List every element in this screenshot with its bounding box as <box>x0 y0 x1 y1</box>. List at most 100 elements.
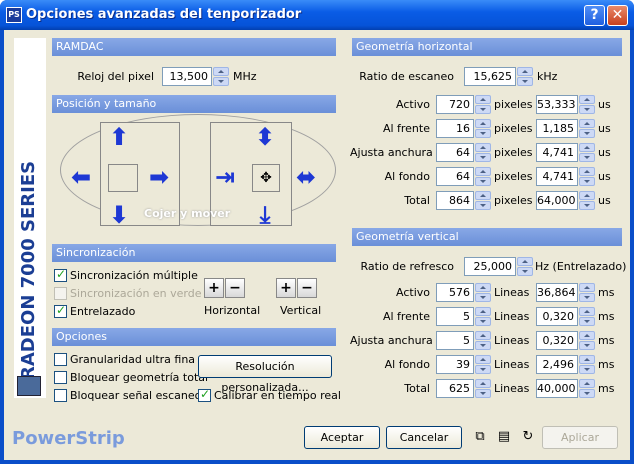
vrows-unit: Lineas <box>494 310 530 323</box>
scan-label: Ratio de escaneo <box>359 70 454 83</box>
clock-field[interactable]: 13,500 <box>162 67 212 86</box>
dialog-body: RADEON 7000 SERIES RAMDAC Reloj del pixe… <box>4 30 630 460</box>
vrows-time-spinner[interactable] <box>579 283 595 302</box>
hrows-time-field[interactable]: 1,185 <box>536 119 578 138</box>
vertical-label: Vertical <box>280 304 322 317</box>
clock-spinner[interactable] <box>213 67 229 86</box>
hrows-label: Ajusta anchura <box>350 146 433 159</box>
hrows-time-spinner[interactable] <box>579 191 595 210</box>
cancel-button[interactable]: Cancelar <box>386 426 462 449</box>
hrows-spinner[interactable] <box>475 143 491 162</box>
vrows-time-unit: ms <box>598 382 615 395</box>
multi-sync-label: Sincronización múltiple <box>70 269 198 282</box>
vrows-value-field[interactable]: 625 <box>436 379 474 398</box>
move-left-icon[interactable]: ⬅ <box>66 162 96 192</box>
close-button[interactable]: ✕ <box>607 5 628 26</box>
hrows-value-field[interactable]: 64 <box>436 167 474 186</box>
vrows-spinner[interactable] <box>475 331 491 350</box>
hrows-value-field[interactable]: 16 <box>436 119 474 138</box>
hrows-spinner[interactable] <box>475 191 491 210</box>
shrink-vertical-icon[interactable]: ⤓ <box>250 200 280 230</box>
refresh-field[interactable]: 25,000 <box>464 257 516 276</box>
move-up-icon[interactable]: ⬆ <box>104 122 134 152</box>
vrows-time-field[interactable]: 40,000 <box>536 379 578 398</box>
vrows-label: Activo <box>396 286 430 299</box>
hrows-time-unit: us <box>598 98 611 111</box>
hrows-time-field[interactable]: 64,000 <box>536 191 578 210</box>
sidebar-text: RADEON 7000 SERIES <box>18 160 39 380</box>
vrows-time-spinner[interactable] <box>579 355 595 374</box>
vrows-label: Ajusta anchura <box>350 334 433 347</box>
hrows-time-spinner[interactable] <box>579 143 595 162</box>
horizontal-minus-button[interactable]: − <box>225 278 245 298</box>
refresh-icon[interactable]: ↻ <box>520 429 536 445</box>
hrows-time-spinner[interactable] <box>579 119 595 138</box>
stretch-horizontal-icon[interactable]: ⬌ <box>288 162 324 192</box>
hrows-time-field[interactable]: 4,741 <box>536 143 578 162</box>
hrows-label: Activo <box>396 98 430 111</box>
window-title: Opciones avanzadas del tenporizador <box>26 7 302 22</box>
paste-icon[interactable]: ▤ <box>496 429 512 445</box>
clock-unit: MHz <box>233 70 257 83</box>
vrows-time-field[interactable]: 2,496 <box>536 355 578 374</box>
hrows-time-field[interactable]: 4,741 <box>536 167 578 186</box>
move-right-icon[interactable]: ➡ <box>144 162 174 192</box>
vrows-value-field[interactable]: 5 <box>436 331 474 350</box>
hrows-time-spinner[interactable] <box>579 95 595 114</box>
vrows-time-field[interactable]: 0,320 <box>536 331 578 350</box>
move-down-icon[interactable]: ⬇ <box>104 200 134 230</box>
lock-scan-checkbox[interactable] <box>54 389 67 402</box>
custom-resolution-button[interactable]: Resolución personalizada... <box>198 355 332 394</box>
vrows-value-field[interactable]: 576 <box>436 283 474 302</box>
vrows-time-field[interactable]: 36,864 <box>536 283 578 302</box>
refresh-spinner[interactable] <box>517 257 533 276</box>
accept-button[interactable]: Aceptar <box>304 426 380 449</box>
stretch-vertical-icon[interactable]: ⬍ <box>250 122 280 152</box>
move-label: Cojer y mover <box>144 207 231 220</box>
resize-icon[interactable]: ✥ <box>252 164 280 192</box>
hrows-value-field[interactable]: 864 <box>436 191 474 210</box>
vrows-value-field[interactable]: 39 <box>436 355 474 374</box>
vrows-time-field[interactable]: 0,320 <box>536 307 578 326</box>
scan-field[interactable]: 15,625 <box>464 67 516 86</box>
hrows-value-field[interactable]: 720 <box>436 95 474 114</box>
sync-header: Sincronización <box>52 244 336 262</box>
copy-icon[interactable]: ⧉ <box>472 429 488 445</box>
vrows-spinner[interactable] <box>475 355 491 374</box>
vertical-minus-button[interactable]: − <box>297 278 317 298</box>
help-button[interactable]: ? <box>584 5 605 26</box>
hrows-time-spinner[interactable] <box>579 167 595 186</box>
center-move-icon[interactable] <box>108 164 138 192</box>
green-sync-checkbox <box>54 287 67 300</box>
vrows-spinner[interactable] <box>475 307 491 326</box>
vrows-unit: Lineas <box>494 286 530 299</box>
multi-sync-checkbox[interactable] <box>54 267 67 282</box>
hrows-time-field[interactable]: 53,333 <box>536 95 578 114</box>
vrows-spinner[interactable] <box>475 379 491 398</box>
vertical-plus-button[interactable]: + <box>276 278 296 298</box>
hrows-spinner[interactable] <box>475 95 491 114</box>
shrink-horizontal-icon[interactable]: ⇥ <box>210 162 240 192</box>
vrows-spinner[interactable] <box>475 283 491 302</box>
vrows-value-field[interactable]: 5 <box>436 307 474 326</box>
hrows-unit: pixeles <box>494 122 533 135</box>
vrows-time-spinner[interactable] <box>579 307 595 326</box>
vrows-label: Total <box>404 382 430 395</box>
vrows-time-spinner[interactable] <box>579 379 595 398</box>
horizontal-plus-button[interactable]: + <box>204 278 224 298</box>
hrows-label: Total <box>404 194 430 207</box>
scan-spinner[interactable] <box>517 67 533 86</box>
hrows-time-unit: us <box>598 146 611 159</box>
options-header: Opciones <box>52 328 336 346</box>
vrows-time-unit: ms <box>598 358 615 371</box>
vrows-time-spinner[interactable] <box>579 331 595 350</box>
lock-geometry-checkbox[interactable] <box>54 371 67 384</box>
hrows-label: Al fondo <box>384 170 430 183</box>
hrows-spinner[interactable] <box>475 119 491 138</box>
calibrate-checkbox[interactable] <box>198 387 211 402</box>
hrows-value-field[interactable]: 64 <box>436 143 474 162</box>
hrows-spinner[interactable] <box>475 167 491 186</box>
interlace-checkbox[interactable] <box>54 303 67 318</box>
granular-checkbox[interactable] <box>54 353 67 366</box>
hrows-time-unit: us <box>598 194 611 207</box>
